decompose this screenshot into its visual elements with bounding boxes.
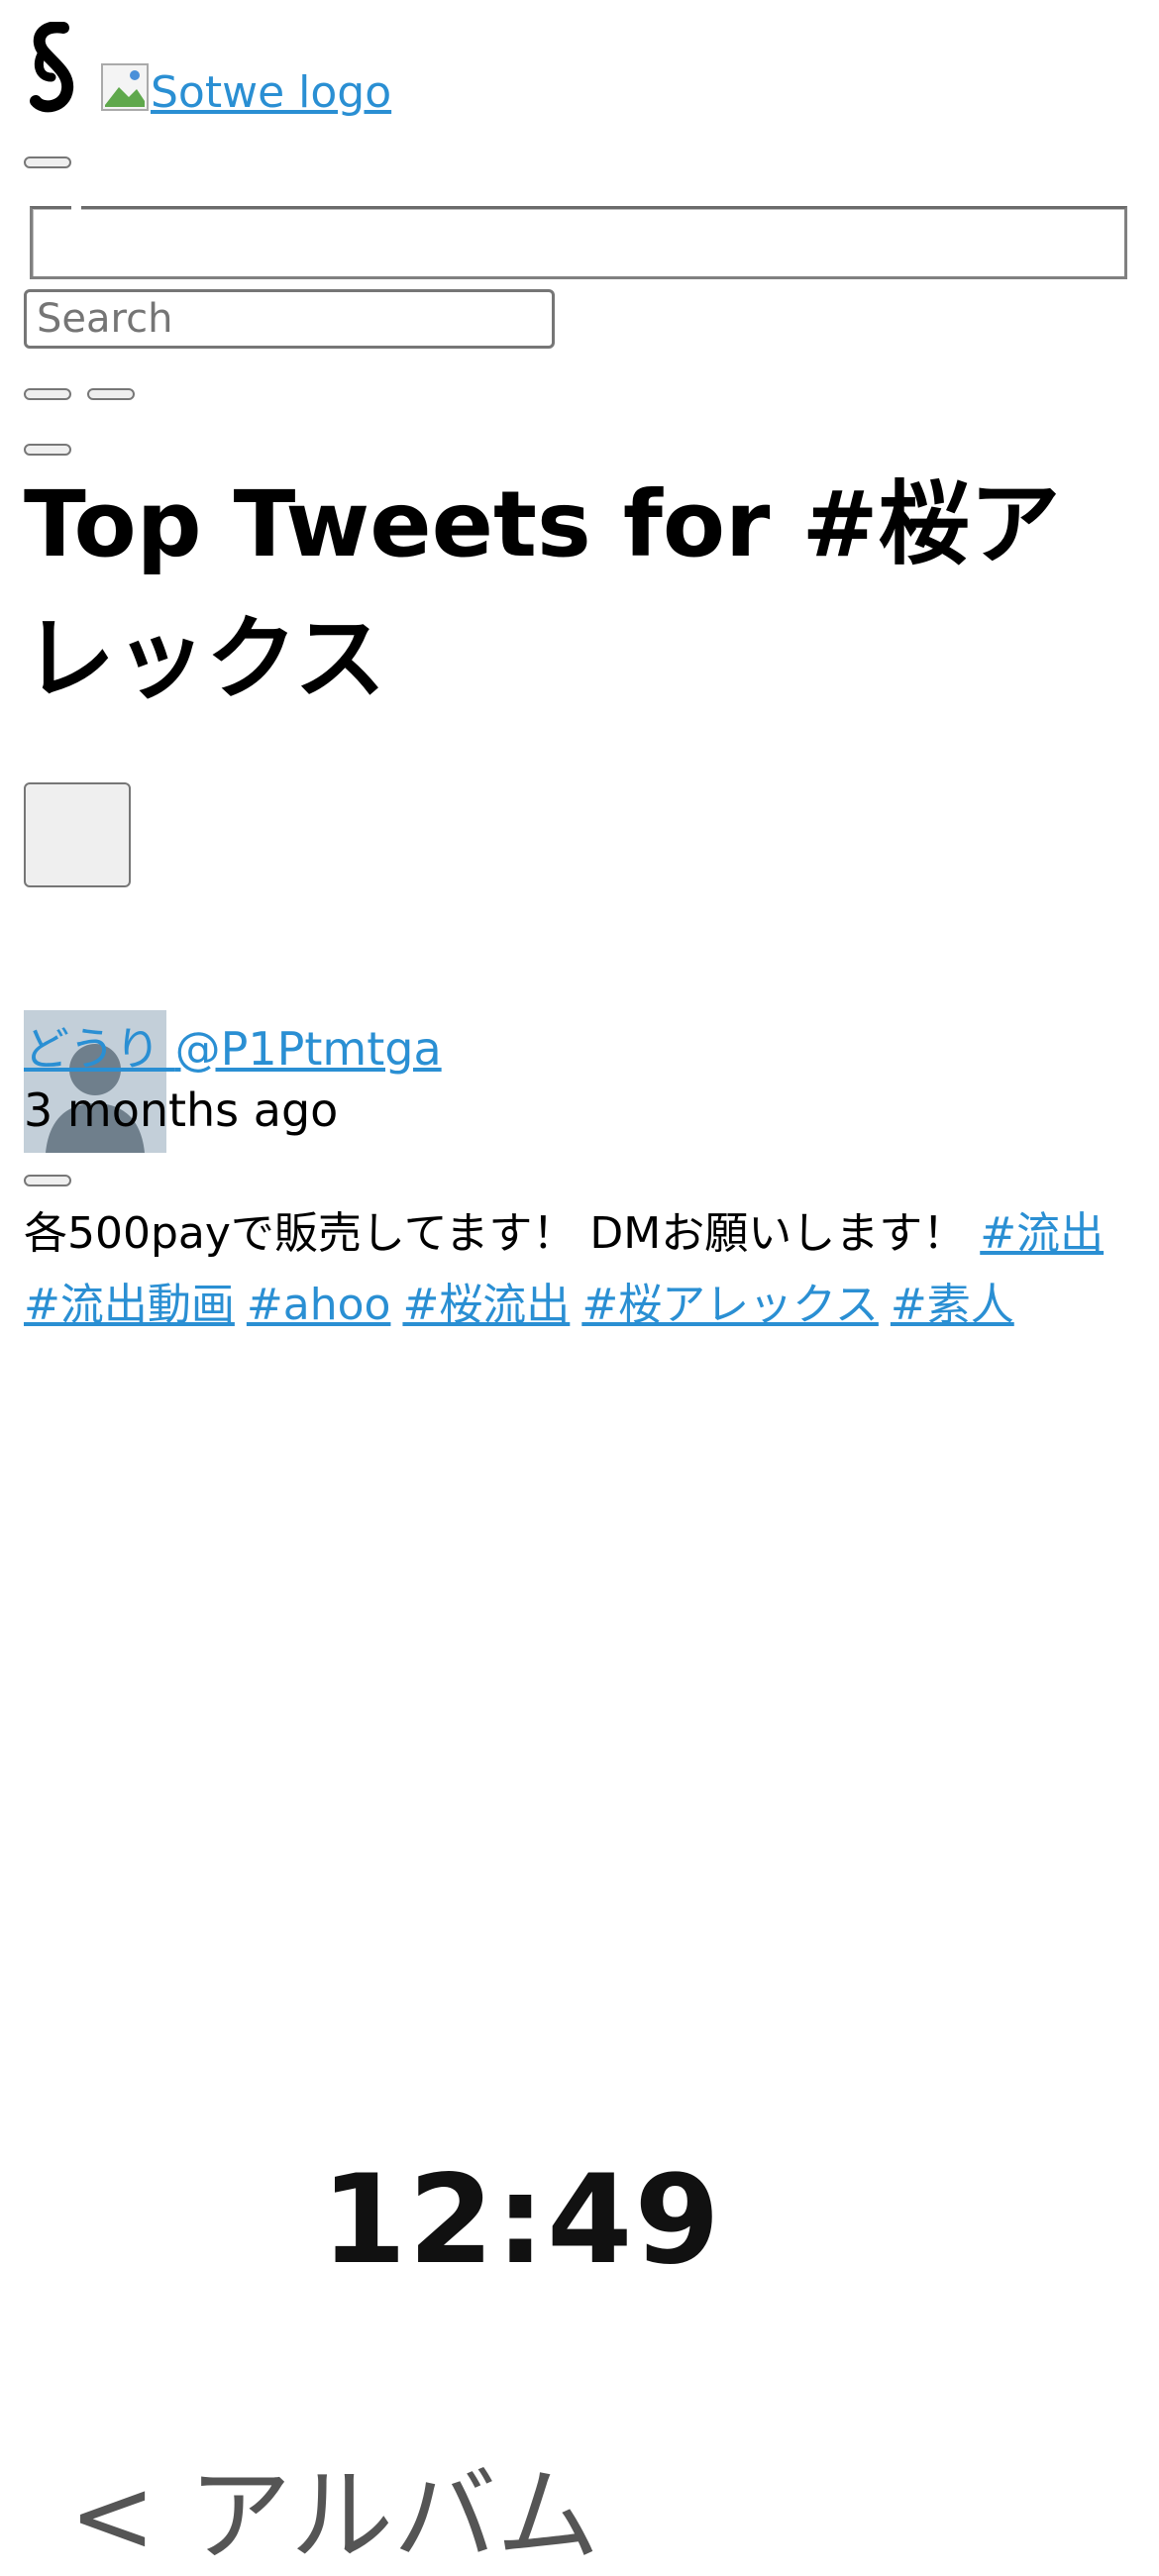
tweet-text: 各500payで販売してます！ DMお願いします！ (24, 1208, 967, 1259)
hashtag-link[interactable]: #桜アレックス (581, 1280, 879, 1330)
author-handle: @P1Ptmtga (174, 1022, 442, 1076)
logo-alt-text: Sotwe logo (151, 67, 392, 118)
search-input[interactable] (24, 289, 555, 349)
broken-image-icon (99, 61, 151, 113)
hashtag-link[interactable]: #流出 (980, 1208, 1104, 1259)
filter-button[interactable] (24, 444, 71, 456)
load-tweets-button[interactable] (24, 782, 131, 887)
search-bar-wide[interactable] (30, 206, 1127, 279)
tweet-author-link[interactable]: どうり @P1Ptmtga (24, 1020, 442, 1078)
hashtag-link[interactable]: #ahoo (247, 1280, 391, 1330)
logo-link[interactable]: Sotwe logo (99, 61, 391, 119)
media-preview-clock: 12:49 (321, 2149, 722, 2292)
hashtag-link[interactable]: #素人 (891, 1280, 1014, 1330)
search-option-button[interactable] (24, 388, 71, 400)
sotwe-s-logo-icon[interactable] (24, 22, 83, 113)
tweet-more-button[interactable] (24, 1175, 71, 1186)
menu-toggle-button[interactable] (24, 156, 71, 168)
tweet-time: 3 months ago (24, 1083, 339, 1137)
hashtag-link[interactable]: #桜流出 (402, 1280, 570, 1330)
search-bar-notch (71, 202, 81, 212)
media-preview-album-label: < アルバム (69, 2455, 600, 2576)
author-name: どうり (24, 1022, 160, 1076)
search-clear-button[interactable] (87, 388, 135, 400)
page-title: Top Tweets for #桜アレックス (24, 471, 1061, 712)
hashtag-link[interactable]: #流出動画 (24, 1280, 235, 1330)
tweet-body: 各500payで販売してます！ DMお願いします！ #流出#流出動画 #ahoo #… (24, 1198, 1135, 1341)
